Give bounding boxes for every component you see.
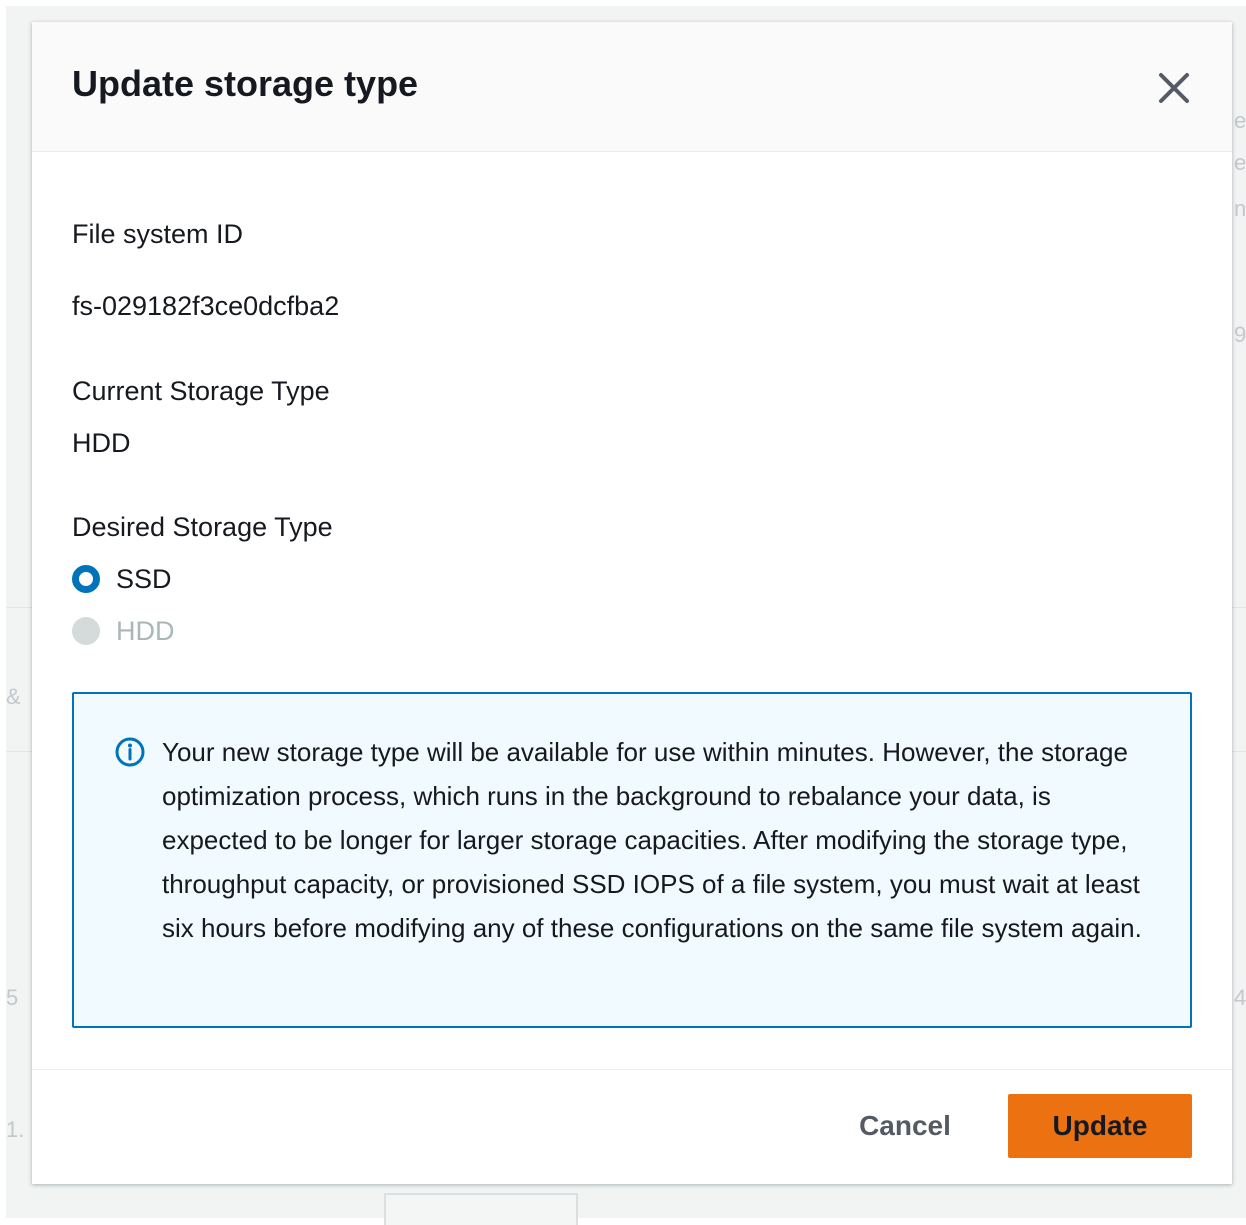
modal-header: Update storage type: [32, 22, 1232, 152]
info-message: Your new storage type will be available …: [162, 737, 1142, 943]
radio-disabled-icon: [72, 617, 100, 645]
modal-footer: Cancel Update: [32, 1069, 1232, 1184]
update-button[interactable]: Update: [1008, 1094, 1192, 1158]
backdrop-fragment: 1.: [6, 1117, 25, 1142]
update-storage-type-modal: Update storage type File system ID fs-02…: [32, 22, 1232, 1184]
modal-title: Update storage type: [72, 63, 419, 104]
info-alert: Your new storage type will be available …: [72, 692, 1192, 1028]
backdrop-fragment: e: [1234, 150, 1246, 175]
current-storage-type-value: HDD: [72, 428, 131, 458]
backdrop-fragment: n: [1234, 196, 1246, 221]
backdrop-fragment: &: [6, 684, 21, 709]
current-storage-type-label: Current Storage Type: [72, 376, 330, 406]
info-icon: [115, 737, 145, 767]
backdrop-fragment: 9:: [1234, 322, 1246, 347]
cancel-button[interactable]: Cancel: [840, 1094, 970, 1158]
radio-option-hdd: HDD: [72, 614, 175, 648]
radio-option-label: SSD: [116, 564, 172, 594]
backdrop-fragment: e: [1234, 108, 1246, 133]
file-system-id-label: File system ID: [72, 219, 244, 249]
backdrop-fragment: 5: [6, 985, 19, 1010]
backdrop-fragment: 4: [1234, 985, 1246, 1010]
radio-option-ssd[interactable]: SSD: [72, 562, 172, 596]
close-icon: [1159, 73, 1189, 103]
desired-storage-type-label: Desired Storage Type: [72, 512, 333, 542]
radio-selected-icon[interactable]: [72, 565, 100, 593]
file-system-id-value: fs-029182f3ce0dcfba2: [72, 291, 340, 321]
backdrop-button: [384, 1193, 578, 1225]
close-button[interactable]: [1152, 66, 1196, 110]
radio-option-label: HDD: [116, 616, 175, 646]
